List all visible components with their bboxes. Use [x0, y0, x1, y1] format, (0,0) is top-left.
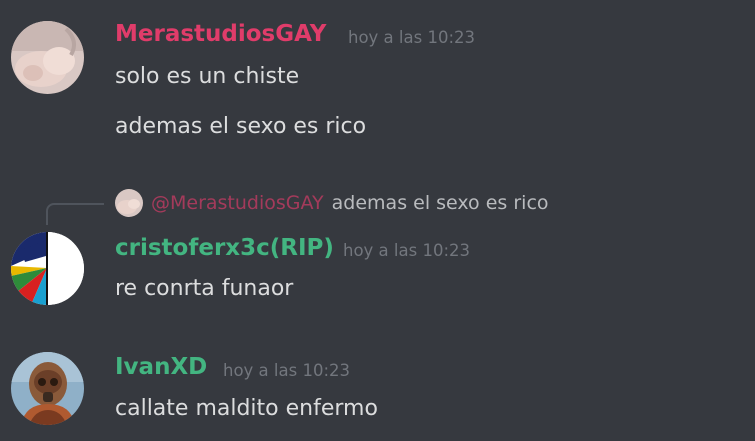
message-text: solo es un chiste: [115, 64, 300, 89]
message-timestamp: hoy a las 10:23: [343, 241, 471, 260]
reply-preview-text[interactable]: ademas el sexo es rico: [332, 192, 549, 214]
message-text: ademas el sexo es rico: [115, 114, 367, 139]
message-timestamp: hoy a las 10:23: [223, 361, 351, 380]
message-text: re conrta funaor: [115, 276, 294, 301]
username-merastudiosgay[interactable]: MerastudiosGAY: [115, 21, 326, 47]
avatar-image-merastudiosgay: [11, 21, 84, 94]
username-ivanxd[interactable]: IvanXD: [115, 354, 207, 380]
reply-author-mention[interactable]: @MerastudiosGAY: [151, 192, 324, 214]
reply-avatar: [115, 189, 143, 217]
reply-connector-line: [46, 203, 104, 225]
message-text: callate maldito enfermo: [115, 396, 378, 421]
avatar[interactable]: [11, 21, 84, 94]
avatar[interactable]: [11, 232, 84, 305]
avatar-image-cristoferx3c: [11, 232, 84, 305]
avatar-image-ivanxd: [11, 352, 84, 425]
reply-reference[interactable]: @MerastudiosGAY ademas el sexo es rico: [115, 188, 549, 218]
chat-messages: MerastudiosGAY hoy a las 10:23 solo es u…: [0, 0, 755, 441]
avatar-image-merastudiosgay-small: [115, 189, 143, 217]
username-cristoferx3c[interactable]: cristoferx3c(RIP): [115, 235, 334, 261]
avatar[interactable]: [11, 352, 84, 425]
message-timestamp: hoy a las 10:23: [348, 28, 476, 47]
